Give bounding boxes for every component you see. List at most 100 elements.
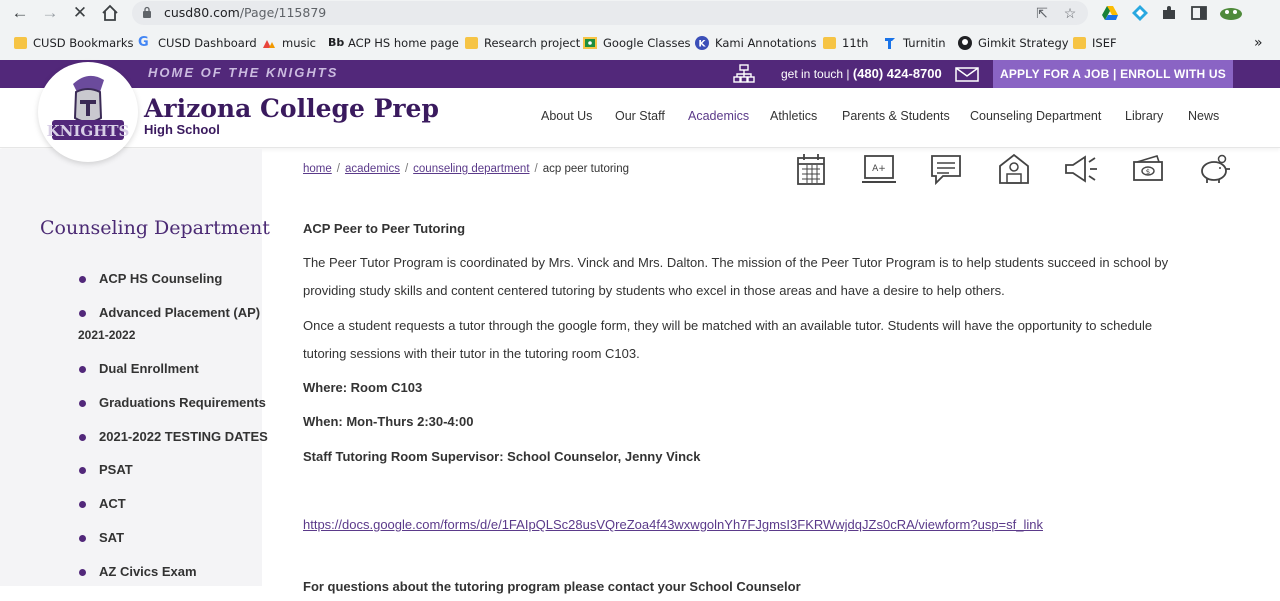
bookmark-label: Gimkit Strategy bbox=[978, 36, 1069, 50]
bullet-icon bbox=[79, 569, 86, 576]
extensions-puzzle-icon[interactable] bbox=[1160, 4, 1178, 22]
address-bar[interactable]: cusd80.com/Page/115879 ⇱ ☆ bbox=[132, 1, 1088, 25]
paragraph-1-line-2: providing study skills and content cente… bbox=[303, 283, 1005, 298]
sidebar-item[interactable]: ACT bbox=[99, 496, 126, 511]
bullet-icon bbox=[79, 535, 86, 542]
bookmark-label: music bbox=[282, 36, 317, 50]
lock-icon bbox=[143, 6, 151, 18]
svg-text:A+: A+ bbox=[872, 164, 886, 174]
supervisor-text: Staff Tutoring Room Supervisor: School C… bbox=[303, 449, 701, 464]
bookmarks-bar: CUSD Bookmarks G CUSD Dashboard music Bb ACP … bbox=[0, 32, 1280, 54]
sidebar-item[interactable]: Advanced Placement (AP) bbox=[99, 305, 260, 320]
apply-enroll-button[interactable]: APPLY FOR A JOB | ENROLL WITH US bbox=[993, 60, 1233, 88]
chat-icon[interactable] bbox=[929, 152, 963, 186]
nav-academics[interactable]: Academics bbox=[688, 109, 749, 123]
bookmark-item[interactable]: Gimkit Strategy bbox=[958, 34, 1069, 52]
grades-icon[interactable]: A+ bbox=[862, 152, 896, 186]
browser-chrome: ← → ✕ cusd80.com/Page/115879 ⇱ ☆ CUSD Bo… bbox=[0, 0, 1280, 60]
piggy-bank-icon[interactable] bbox=[1198, 152, 1232, 186]
google-drive-icon[interactable] bbox=[1101, 4, 1119, 22]
sidebar-item[interactable]: PSAT bbox=[99, 462, 133, 477]
share-icon[interactable]: ⇱ bbox=[1034, 5, 1050, 21]
bookmark-item[interactable]: Google Classes bbox=[583, 34, 691, 52]
nav-about-us[interactable]: About Us bbox=[541, 109, 592, 123]
sidebar-item[interactable]: ACP HS Counseling bbox=[99, 271, 222, 286]
tutor-request-form-link[interactable]: https://docs.google.com/forms/d/e/1FAIpQ… bbox=[303, 511, 1043, 539]
sidebar-item[interactable]: Graduations Requirements bbox=[99, 395, 266, 410]
star-icon[interactable]: ☆ bbox=[1062, 5, 1078, 21]
bookmark-item[interactable]: Turnitin bbox=[883, 34, 946, 52]
bookmark-item[interactable]: ISEF bbox=[1073, 34, 1117, 52]
side-panel-icon[interactable] bbox=[1190, 4, 1208, 22]
bb-icon: Bb bbox=[328, 36, 345, 49]
breadcrumb-separator: / bbox=[336, 163, 340, 175]
bookmark-item[interactable]: CUSD Bookmarks bbox=[14, 34, 134, 52]
bookmark-label: Turnitin bbox=[903, 36, 946, 50]
contact-phone[interactable]: get in touch | (480) 424-8700 bbox=[781, 66, 942, 81]
breadcrumb-counseling-department[interactable]: counseling department bbox=[413, 163, 529, 175]
nav-athletics[interactable]: Athletics bbox=[770, 109, 817, 123]
sidebar-item-continuation[interactable]: 2021-2022 bbox=[78, 328, 135, 342]
nav-our-staff[interactable]: Our Staff bbox=[615, 109, 665, 123]
paragraph-2-line-1: Once a student requests a tutor through … bbox=[303, 318, 1153, 333]
nav-news[interactable]: News bbox=[1188, 109, 1219, 123]
sidebar-item[interactable]: AZ Civics Exam bbox=[99, 564, 197, 579]
questions-text: For questions about the tutoring program… bbox=[303, 579, 801, 594]
bookmark-item[interactable]: Research project bbox=[465, 34, 580, 52]
breadcrumb-academics[interactable]: academics bbox=[345, 163, 400, 175]
bookmark-label: Google Classes bbox=[603, 36, 691, 50]
more-bookmarks-chevron-icon[interactable]: » bbox=[1254, 34, 1263, 52]
school-icon[interactable] bbox=[997, 152, 1031, 186]
nav-parents-students[interactable]: Parents & Students bbox=[842, 109, 950, 123]
bullet-icon bbox=[79, 366, 86, 373]
bookmark-item[interactable]: G CUSD Dashboard bbox=[138, 34, 257, 52]
bullet-icon bbox=[79, 276, 86, 283]
folder-icon bbox=[1073, 37, 1086, 49]
bullet-icon bbox=[79, 400, 86, 407]
profile-avatar-icon[interactable] bbox=[1218, 4, 1244, 22]
phone-number: (480) 424-8700 bbox=[852, 66, 942, 81]
nav-counseling-department[interactable]: Counseling Department bbox=[970, 109, 1101, 123]
folder-icon bbox=[465, 37, 478, 49]
bookmark-label: ISEF bbox=[1092, 36, 1117, 50]
music-icon bbox=[263, 40, 275, 48]
bookmark-item[interactable]: K Kami Annotations bbox=[695, 34, 817, 52]
breadcrumb-home[interactable]: home bbox=[303, 163, 332, 175]
calendar-icon[interactable] bbox=[796, 152, 826, 186]
payment-icon[interactable]: $ bbox=[1131, 152, 1165, 186]
get-in-touch-label: get in touch bbox=[781, 67, 844, 81]
bookmark-label: CUSD Dashboard bbox=[158, 36, 257, 50]
back-arrow-icon[interactable]: ← bbox=[9, 2, 31, 24]
page-heading: ACP Peer to Peer Tutoring bbox=[303, 221, 466, 236]
bookmark-item[interactable]: music bbox=[262, 34, 316, 52]
sitemap-icon[interactable] bbox=[733, 64, 755, 84]
bookmark-item[interactable]: 11th bbox=[823, 34, 868, 52]
extension-diamond-icon[interactable] bbox=[1131, 4, 1149, 22]
breadcrumb-separator: / bbox=[404, 163, 409, 175]
bullet-icon bbox=[79, 310, 86, 317]
megaphone-icon[interactable] bbox=[1063, 152, 1099, 186]
sidebar-item[interactable]: Dual Enrollment bbox=[99, 361, 199, 376]
bullet-icon bbox=[79, 467, 86, 474]
sidebar-item[interactable]: 2021-2022 TESTING DATES bbox=[99, 429, 268, 444]
paragraph-2-line-2: tutoring sessions with their tutor in th… bbox=[303, 346, 640, 361]
sidebar-title: Counseling Department bbox=[40, 217, 270, 239]
home-icon[interactable] bbox=[99, 2, 121, 24]
email-icon[interactable] bbox=[955, 67, 979, 82]
sidebar-item[interactable]: SAT bbox=[99, 530, 124, 545]
top-utility-bar: HOME OF THE KNIGHTS get in touch | (480)… bbox=[0, 60, 1280, 88]
svg-text:$: $ bbox=[1146, 168, 1150, 176]
kami-icon: K bbox=[695, 36, 709, 50]
url-text: cusd80.com/Page/115879 bbox=[164, 5, 327, 20]
folder-icon bbox=[823, 37, 836, 49]
when-text: When: Mon-Thurs 2:30-4:00 bbox=[303, 414, 474, 429]
stop-loading-icon[interactable]: ✕ bbox=[69, 2, 91, 24]
nav-library[interactable]: Library bbox=[1125, 109, 1163, 123]
classroom-icon bbox=[583, 37, 597, 49]
breadcrumb-separator: / bbox=[534, 163, 538, 175]
bookmark-label: CUSD Bookmarks bbox=[33, 36, 134, 50]
motto-text: HOME OF THE KNIGHTS bbox=[148, 65, 339, 80]
turnitin-icon bbox=[885, 38, 895, 49]
forward-arrow-icon[interactable]: → bbox=[39, 2, 61, 24]
bookmark-item[interactable]: Bb ACP HS home page bbox=[328, 34, 459, 52]
